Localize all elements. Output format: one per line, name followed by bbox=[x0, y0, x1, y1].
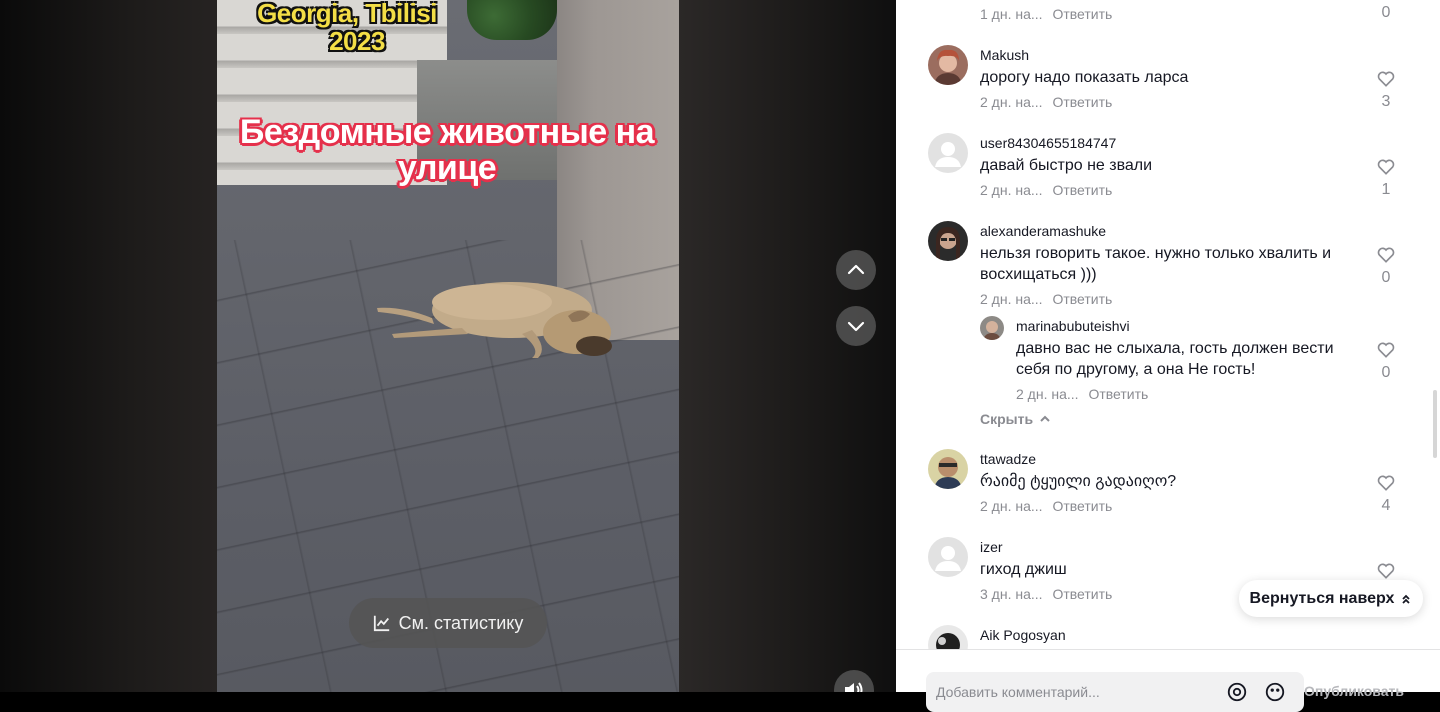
reply-button[interactable]: Ответить bbox=[1052, 498, 1112, 514]
avatar[interactable] bbox=[928, 133, 968, 173]
chart-line-icon bbox=[373, 615, 389, 632]
video-scene-bush bbox=[467, 0, 557, 40]
back-to-top-label: Вернуться наверх bbox=[1249, 589, 1395, 607]
comment-username[interactable]: alexanderamashuke bbox=[980, 223, 1106, 239]
comment-meta: 2 дн. на... Ответить bbox=[980, 182, 1112, 198]
volume-icon bbox=[845, 682, 863, 692]
heart-icon[interactable] bbox=[1376, 157, 1396, 177]
avatar-photo bbox=[928, 45, 968, 85]
heart-icon[interactable] bbox=[1376, 473, 1396, 493]
avatar[interactable] bbox=[928, 45, 968, 85]
comment-meta: 3 дн. на... Ответить bbox=[980, 586, 1112, 602]
comment-date: 3 дн. на... bbox=[980, 586, 1043, 602]
double-chevron-up-icon bbox=[1402, 594, 1411, 604]
reply-meta: 2 дн. на... Ответить bbox=[1016, 386, 1148, 402]
comment-meta: 2 дн. на... Ответить bbox=[980, 498, 1112, 514]
comment-date: 2 дн. на... bbox=[980, 291, 1043, 307]
avatar-photo bbox=[980, 316, 1004, 340]
avatar-photo bbox=[928, 221, 968, 261]
avatar[interactable] bbox=[928, 449, 968, 489]
hide-replies-label: Скрыть bbox=[980, 411, 1034, 427]
hide-replies-button[interactable]: Скрыть bbox=[980, 411, 1051, 427]
comment-meta: 1 дн. на... Ответить bbox=[980, 6, 1112, 22]
avatar[interactable] bbox=[928, 221, 968, 261]
video-stage: Georgia, Tbilisi 2023 Бездомные животные… bbox=[0, 0, 896, 692]
video-blur-backdrop-right bbox=[679, 0, 896, 692]
like-group: 4 bbox=[1374, 473, 1398, 515]
comment-like-count: 1 bbox=[1381, 181, 1391, 198]
comment-like-count: 3 bbox=[1381, 93, 1391, 110]
comment-text: дорогу надо показать ларса bbox=[980, 69, 1189, 86]
reply-button[interactable]: Ответить bbox=[1052, 586, 1112, 602]
comment-date: 2 дн. на... bbox=[980, 182, 1043, 198]
reply-button[interactable]: Ответить bbox=[1088, 386, 1148, 402]
comment-date: 2 дн. на... bbox=[1016, 386, 1079, 402]
comment-date: 1 дн. на... bbox=[980, 6, 1043, 22]
like-group: 1 bbox=[1374, 157, 1398, 199]
comment-text: гиход джиш bbox=[980, 561, 1067, 578]
avatar[interactable] bbox=[928, 537, 968, 577]
comment-username[interactable]: ttawadze bbox=[980, 451, 1036, 467]
comment-date: 2 дн. на... bbox=[980, 498, 1043, 514]
default-avatar-icon bbox=[935, 142, 961, 167]
comment-like-count: 0 bbox=[1381, 4, 1391, 21]
back-to-top-button[interactable]: Вернуться наверх bbox=[1239, 580, 1423, 617]
reply-button[interactable]: Ответить bbox=[1052, 182, 1112, 198]
reply-button[interactable]: Ответить bbox=[1052, 94, 1112, 110]
default-avatar-icon bbox=[935, 546, 961, 571]
avatar[interactable] bbox=[980, 316, 1004, 340]
mention-icon[interactable] bbox=[1226, 681, 1248, 703]
comment-like-count: 0 bbox=[1381, 364, 1391, 381]
reply-text: давно вас не слыхала, гость должен вести… bbox=[1016, 340, 1334, 378]
emoji-icon[interactable] bbox=[1264, 681, 1286, 703]
comment-username[interactable]: Makush bbox=[980, 47, 1029, 63]
sleeping-dog-image bbox=[377, 282, 612, 358]
reply-button[interactable]: Ответить bbox=[1052, 291, 1112, 307]
heart-icon[interactable] bbox=[1376, 561, 1396, 581]
like-group: 3 bbox=[1374, 69, 1398, 111]
comment-username[interactable]: user84304655184747 bbox=[980, 135, 1116, 151]
comment-text: რაიმე ტყუილი გადაიღო? bbox=[980, 473, 1177, 490]
publish-button[interactable]: Опубликовать bbox=[1304, 683, 1404, 699]
reply-button[interactable]: Ответить bbox=[1052, 6, 1112, 22]
previous-video-button[interactable] bbox=[836, 250, 876, 290]
comment-like-count: 4 bbox=[1381, 497, 1391, 514]
comment-text: давай быстро не звали bbox=[980, 157, 1153, 174]
comment-like-count: 0 bbox=[1381, 269, 1391, 286]
video-location-year: 2023 bbox=[329, 26, 385, 56]
video-location-line1: Georgia, Tbilisi bbox=[257, 0, 437, 28]
reply-username[interactable]: marinabubuteishvi bbox=[1016, 318, 1130, 334]
comment-text: нельзя говорить такое. нужно только хвал… bbox=[980, 245, 1332, 283]
video-headline: Бездомные животные на улице bbox=[239, 113, 655, 187]
heart-icon[interactable] bbox=[1376, 69, 1396, 89]
comments-scrollbar[interactable] bbox=[1433, 390, 1437, 458]
video-blur-backdrop-left bbox=[0, 0, 217, 692]
view-stats-label: См. статистику bbox=[398, 612, 524, 633]
video-player[interactable]: Georgia, Tbilisi 2023 Бездомные животные… bbox=[217, 0, 679, 692]
next-video-button[interactable] bbox=[836, 306, 876, 346]
comment-username[interactable]: Aik Pogosyan bbox=[980, 627, 1066, 643]
like-group: 0 bbox=[1374, 340, 1398, 382]
chevron-up-icon bbox=[847, 264, 865, 275]
comment-meta: 2 дн. на... Ответить bbox=[980, 94, 1112, 110]
view-stats-button[interactable]: См. статистику bbox=[349, 598, 547, 648]
like-group: 0 bbox=[1374, 245, 1398, 287]
heart-icon[interactable] bbox=[1376, 340, 1396, 360]
comment-meta: 2 дн. на... Ответить bbox=[980, 291, 1112, 307]
comment-date: 2 дн. на... bbox=[980, 94, 1043, 110]
chevron-up-icon bbox=[1040, 415, 1050, 422]
avatar-photo bbox=[928, 449, 968, 489]
heart-icon[interactable] bbox=[1376, 245, 1396, 265]
comment-composer: Опубликовать bbox=[896, 649, 1440, 712]
comment-username[interactable]: izer bbox=[980, 539, 1003, 555]
chevron-down-icon bbox=[847, 321, 865, 332]
